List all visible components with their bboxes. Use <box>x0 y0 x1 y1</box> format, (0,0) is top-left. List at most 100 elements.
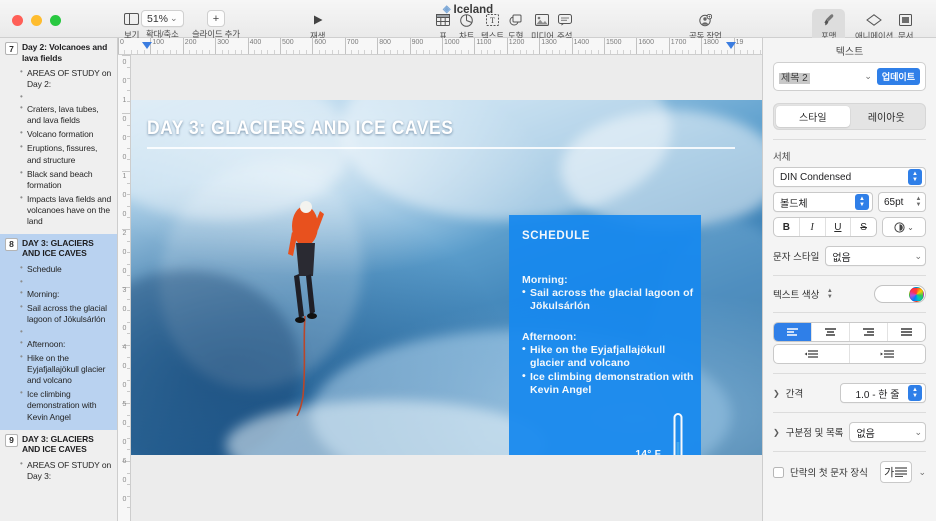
text-color-swatch[interactable] <box>874 285 926 303</box>
ruler-tick <box>578 50 580 54</box>
outline-slide-group[interactable]: 7 Day 2: Volcanoes and lava fields AREAS O… <box>0 38 117 234</box>
stepper-icon[interactable]: ▲ ▼ <box>855 194 869 210</box>
stepper-icon[interactable]: ▲ ▼ <box>908 169 922 185</box>
bullets-row[interactable]: ❯ 구분점 및 목록 없음 ⌄ <box>773 422 926 442</box>
outdent-icon[interactable] <box>774 345 850 363</box>
outline-bullet[interactable]: Sail across the glacial lagoon of Jökuls… <box>20 302 112 325</box>
chevron-down-icon[interactable]: ⌄ <box>918 467 926 478</box>
character-style-select[interactable]: 없음 ⌄ <box>825 246 926 266</box>
ruler-tick <box>662 50 664 54</box>
slide-number-badge[interactable]: 9 <box>5 433 18 447</box>
close-button[interactable] <box>12 15 23 26</box>
dropcap-checkbox[interactable] <box>773 466 784 478</box>
disclosure-icon[interactable]: ❯ <box>773 428 780 437</box>
format-inspector[interactable]: 텍스트 제목 2 ⌄ 업데이트 스타일 레이아웃 서체 DIN Condense… <box>762 38 936 521</box>
text-options-gear-icon[interactable]: ⌄ <box>882 217 926 237</box>
window-controls[interactable] <box>12 15 61 26</box>
outline-bullet[interactable]: AREAS OF STUDY on Day 3: <box>20 459 112 482</box>
horizontal-ruler[interactable]: 0 100 200 300 400 500 600 700 800 900 1000 1100 1200… <box>118 38 762 55</box>
zoom-control[interactable]: 51% ⌄ 확대/축소 <box>141 10 184 40</box>
dropcap-row[interactable]: 단락의 첫 문자 장식 가 ⌄ <box>773 461 926 483</box>
font-weight-select[interactable]: 볼드체 ▲ ▼ <box>773 192 873 212</box>
outline-bullet[interactable]: Eruptions, fissures, and structure <box>20 142 112 165</box>
outline-bullet[interactable]: Morning: <box>20 288 112 300</box>
slide-number-badge[interactable]: 7 <box>5 42 18 55</box>
slide-canvas[interactable]: DAY 3: GLACIERS AND ICE CAVES SCHEDULE M… <box>131 100 762 455</box>
ruler-tick <box>228 50 230 54</box>
font-style-buttons[interactable]: B I U S <box>773 217 877 237</box>
outline-slide-title[interactable]: DAY 3: GLACIERS AND ICE CAVES <box>22 238 112 259</box>
spacing-row[interactable]: ❯ 간격 1.0 - 한 줄 ▲ ▼ <box>773 383 926 403</box>
play-icon <box>312 11 324 29</box>
character-style-row[interactable]: 문자 스타일 없음 ⌄ <box>773 246 926 266</box>
align-center-icon[interactable] <box>812 323 850 341</box>
outline-bullet[interactable]: AREAS OF STUDY on Day 2: <box>20 67 112 90</box>
ruler-marker-left[interactable] <box>142 42 152 49</box>
bullets-select[interactable]: 없음 ⌄ <box>849 422 926 442</box>
outline-slide-title[interactable]: DAY 3: GLACIERS AND ICE CAVES <box>22 434 112 455</box>
color-wheel-icon[interactable] <box>909 286 924 302</box>
disclosure-icon[interactable]: ❯ <box>773 389 780 398</box>
ruler-tick <box>127 391 130 393</box>
vertical-ruler[interactable]: 0 0 1 0 0 0 1 0 0 2 0 0 3 0 0 4 0 0 5 0 0 6 0 0 <box>118 55 131 521</box>
align-justify-icon[interactable] <box>888 323 925 341</box>
ruler-tick <box>127 414 130 416</box>
slide-title[interactable]: DAY 3: GLACIERS AND ICE CAVES <box>147 118 453 140</box>
bold-button[interactable]: B <box>774 218 800 236</box>
outline-bullet[interactable] <box>20 277 112 287</box>
tab-style[interactable]: 스타일 <box>776 106 850 127</box>
outline-bullet[interactable]: Impacts lava fields and volcanoes have o… <box>20 193 112 227</box>
outline-bullet[interactable]: Black sand beach formation <box>20 168 112 191</box>
outline-slide-header[interactable]: 9 DAY 3: GLACIERS AND ICE CAVES <box>0 430 117 456</box>
alignment-buttons[interactable] <box>773 322 926 342</box>
inspector-tabs[interactable]: 스타일 레이아웃 <box>773 103 926 130</box>
zoom-button[interactable] <box>50 15 61 26</box>
paragraph-style-row[interactable]: 제목 2 ⌄ 업데이트 <box>773 62 926 91</box>
slide-number-badge[interactable]: 8 <box>5 237 18 251</box>
slide-canvas-area[interactable]: DAY 3: GLACIERS AND ICE CAVES SCHEDULE M… <box>131 55 762 521</box>
tab-layout[interactable]: 레이아웃 <box>850 106 924 127</box>
view-button[interactable]: 보기 <box>124 10 139 41</box>
outline-bullet[interactable]: Volcano formation <box>20 128 112 140</box>
stepper-icon[interactable]: ▲ ▼ <box>825 286 834 303</box>
outline-slide-header[interactable]: 7 Day 2: Volcanoes and lava fields <box>0 38 117 64</box>
minimize-button[interactable] <box>31 15 42 26</box>
schedule-text-box[interactable]: SCHEDULE Morning: Sail across the glacia… <box>509 215 701 455</box>
outline-bullet[interactable] <box>20 92 112 102</box>
zoom-pill[interactable]: 51% ⌄ <box>141 10 184 27</box>
underline-button[interactable]: U <box>826 218 852 236</box>
outline-bullet[interactable]: Schedule <box>20 263 112 275</box>
text-color-row[interactable]: 텍스트 색상 ▲ ▼ <box>773 285 926 303</box>
outline-slide-title[interactable]: Day 2: Volcanoes and lava fields <box>22 42 112 63</box>
update-style-button[interactable]: 업데이트 <box>876 68 920 85</box>
drop-cap-icon[interactable]: 가 <box>879 461 913 483</box>
chevron-down-icon[interactable]: ⌄ <box>864 71 872 82</box>
paragraph-style-value[interactable]: 제목 2 <box>779 69 859 84</box>
stepper-icon[interactable]: ▲ ▼ <box>908 385 922 401</box>
spacing-select[interactable]: 1.0 - 한 줄 ▲ ▼ <box>840 383 926 403</box>
outline-slide-header[interactable]: 8 DAY 3: GLACIERS AND ICE CAVES <box>0 234 117 260</box>
align-right-icon[interactable] <box>850 323 888 341</box>
align-left-icon[interactable] <box>774 323 812 341</box>
strikethrough-button[interactable]: S <box>851 218 876 236</box>
slide-navigator-outline[interactable]: 7 Day 2: Volcanoes and lava fields AREAS O… <box>0 38 118 521</box>
outline-bullet[interactable]: Craters, lava tubes, and lava fields <box>20 103 112 126</box>
italic-button[interactable]: I <box>800 218 826 236</box>
ruler-tick <box>221 50 223 54</box>
add-slide-button[interactable]: + 슬라이드 추가 <box>192 10 240 40</box>
comment-icon <box>557 11 572 29</box>
stepper-icon[interactable]: ▲ ▼ <box>914 194 923 211</box>
font-family-select[interactable]: DIN Condensed ▲ ▼ <box>773 167 926 187</box>
indent-icon[interactable] <box>850 345 925 363</box>
outline-bullet[interactable]: Ice climbing demonstration with Kevin An… <box>20 388 112 422</box>
outline-slide-group[interactable]: 9 DAY 3: GLACIERS AND ICE CAVES AREAS OF S… <box>0 430 117 489</box>
ruler-tick <box>344 38 346 54</box>
ruler-tick-label: 700 <box>346 39 359 46</box>
outline-bullet[interactable]: Afternoon: <box>20 338 112 350</box>
ruler-marker-right[interactable] <box>726 42 736 49</box>
font-size-field[interactable]: 65pt ▲ ▼ <box>878 192 926 212</box>
outline-slide-group[interactable]: 8 DAY 3: GLACIERS AND ICE CAVES Schedule Mo… <box>0 233 117 430</box>
indent-buttons[interactable] <box>773 344 926 364</box>
outline-bullet[interactable] <box>20 327 112 337</box>
outline-bullet[interactable]: Hike on the Eyjafjallajökull glacier and… <box>20 352 112 386</box>
